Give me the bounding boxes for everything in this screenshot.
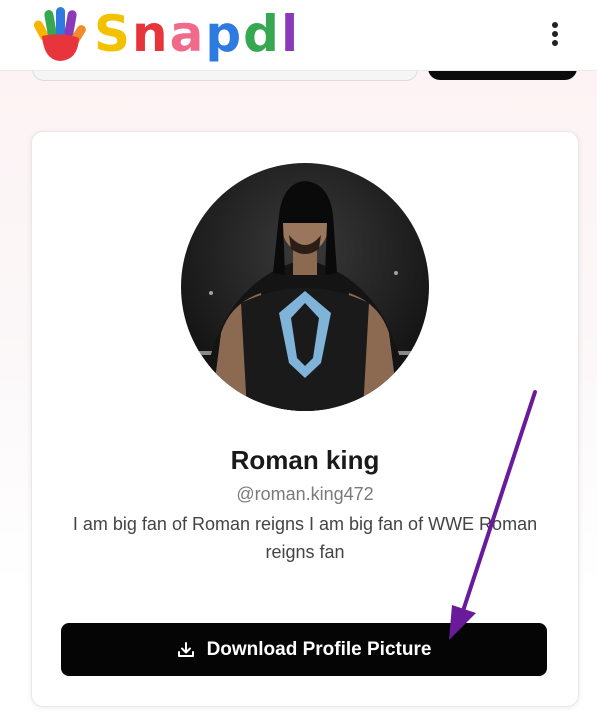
brand-logo[interactable]: Snapdl [34,4,300,64]
more-menu-button[interactable] [545,18,565,50]
download-profile-picture-button[interactable]: Download Profile Picture [61,623,547,676]
profile-avatar [181,163,429,411]
brand-letter-n: n [132,5,170,63]
brand-letter-p: p [205,5,244,63]
hand-logo-icon [34,7,86,61]
more-vertical-icon-dot [552,40,558,46]
profile-name: Roman king [230,445,380,475]
brand-letter-d: d [243,5,281,63]
brand-letter-a: a [169,5,206,63]
download-icon [177,641,195,659]
more-vertical-icon-dot [552,31,558,37]
profile-card: Roman king @roman.king472 I am big fan o… [31,131,579,707]
header: Snapdl [0,0,597,71]
download-button-label: Download Profile Picture [206,638,432,660]
more-vertical-icon-dot [552,22,558,28]
brand-name: Snapdl [94,4,300,64]
profile-bio: I am big fan of Roman reigns I am big fa… [72,514,538,562]
brand-letter-s: S [94,5,133,63]
brand-letter-l: l [280,5,301,63]
profile-handle: @roman.king472 [236,484,374,504]
